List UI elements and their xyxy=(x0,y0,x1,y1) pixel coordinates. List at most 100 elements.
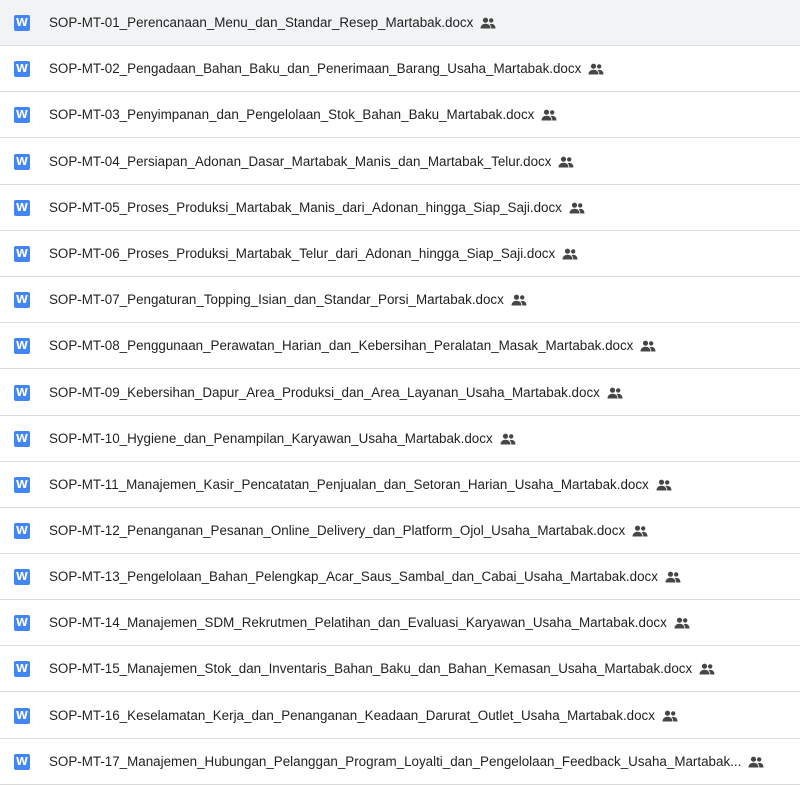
shared-people-glyph xyxy=(588,63,604,74)
file-name-container: SOP-MT-15_Manajemen_Stok_dan_Inventaris_… xyxy=(49,661,792,676)
file-row[interactable]: W SOP-MT-16_Keselamatan_Kerja_dan_Penanga… xyxy=(0,693,800,739)
shared-people-icon xyxy=(656,479,672,491)
shared-people-icon xyxy=(640,340,656,352)
file-list: W SOP-MT-01_Perencanaan_Menu_dan_Standar_… xyxy=(0,0,800,786)
word-doc-icon: W xyxy=(14,430,30,447)
file-row[interactable]: W SOP-MT-07_Pengaturan_Topping_Isian_dan_… xyxy=(0,277,800,323)
word-doc-icon: W xyxy=(14,14,30,31)
file-name-container: SOP-MT-13_Pengelolaan_Bahan_Pelengkap_Ac… xyxy=(49,569,792,584)
file-name[interactable]: SOP-MT-07_Pengaturan_Topping_Isian_dan_S… xyxy=(49,292,504,307)
shared-people-glyph xyxy=(656,479,672,490)
file-row[interactable]: W SOP-MT-15_Manajemen_Stok_dan_Inventaris… xyxy=(0,646,800,692)
file-name-container: SOP-MT-04_Persiapan_Adonan_Dasar_Martaba… xyxy=(49,154,792,169)
shared-people-icon xyxy=(699,663,715,675)
file-row[interactable]: W SOP-MT-06_Proses_Produksi_Martabak_Telu… xyxy=(0,231,800,277)
file-name[interactable]: SOP-MT-01_Perencanaan_Menu_dan_Standar_R… xyxy=(49,15,473,30)
shared-people-icon xyxy=(674,617,690,629)
file-row[interactable]: W SOP-MT-01_Perencanaan_Menu_dan_Standar_… xyxy=(0,0,800,46)
file-row[interactable]: W SOP-MT-08_Penggunaan_Perawatan_Harian_d… xyxy=(0,323,800,369)
word-doc-icon: W xyxy=(14,568,30,585)
shared-people-icon xyxy=(588,63,604,75)
shared-people-icon xyxy=(662,710,678,722)
file-name[interactable]: SOP-MT-04_Persiapan_Adonan_Dasar_Martaba… xyxy=(49,154,551,169)
shared-people-glyph xyxy=(558,156,574,167)
file-name[interactable]: SOP-MT-05_Proses_Produksi_Martabak_Manis… xyxy=(49,200,562,215)
word-doc-icon: W xyxy=(14,753,30,770)
file-row[interactable]: W SOP-MT-17_Manajemen_Hubungan_Pelanggan_… xyxy=(0,739,800,785)
word-doc-icon: W xyxy=(14,660,30,677)
shared-people-icon xyxy=(665,571,681,583)
file-name[interactable]: SOP-MT-09_Kebersihan_Dapur_Area_Produksi… xyxy=(49,385,600,400)
file-name[interactable]: SOP-MT-06_Proses_Produksi_Martabak_Telur… xyxy=(49,246,555,261)
file-name[interactable]: SOP-MT-17_Manajemen_Hubungan_Pelanggan_P… xyxy=(49,754,741,769)
shared-people-icon xyxy=(748,756,764,768)
shared-people-glyph xyxy=(748,756,764,767)
shared-people-icon xyxy=(558,156,574,168)
shared-people-icon xyxy=(562,248,578,260)
shared-people-icon xyxy=(607,387,623,399)
file-row[interactable]: W SOP-MT-13_Pengelolaan_Bahan_Pelengkap_A… xyxy=(0,554,800,600)
shared-people-glyph xyxy=(632,525,648,536)
shared-people-glyph xyxy=(500,433,516,444)
word-doc-icon: W xyxy=(14,707,30,724)
file-name-container: SOP-MT-05_Proses_Produksi_Martabak_Manis… xyxy=(49,200,792,215)
file-name-container: SOP-MT-06_Proses_Produksi_Martabak_Telur… xyxy=(49,246,792,261)
file-row[interactable]: W SOP-MT-04_Persiapan_Adonan_Dasar_Martab… xyxy=(0,139,800,185)
file-row[interactable]: W SOP-MT-11_Manajemen_Kasir_Pencatatan_Pe… xyxy=(0,462,800,508)
file-row[interactable]: W SOP-MT-02_Pengadaan_Bahan_Baku_dan_Pene… xyxy=(0,46,800,92)
file-row[interactable]: W SOP-MT-12_Penanganan_Pesanan_Online_Del… xyxy=(0,508,800,554)
shared-people-glyph xyxy=(562,248,578,259)
word-doc-icon: W xyxy=(14,291,30,308)
file-name-container: SOP-MT-01_Perencanaan_Menu_dan_Standar_R… xyxy=(49,15,792,30)
file-name[interactable]: SOP-MT-15_Manajemen_Stok_dan_Inventaris_… xyxy=(49,661,692,676)
file-name-container: SOP-MT-12_Penanganan_Pesanan_Online_Deli… xyxy=(49,523,792,538)
file-row[interactable]: W SOP-MT-03_Penyimpanan_dan_Pengelolaan_S… xyxy=(0,92,800,138)
file-name[interactable]: SOP-MT-13_Pengelolaan_Bahan_Pelengkap_Ac… xyxy=(49,569,658,584)
word-doc-icon: W xyxy=(14,60,30,77)
file-row[interactable]: W SOP-MT-09_Kebersihan_Dapur_Area_Produks… xyxy=(0,370,800,416)
file-row[interactable]: W SOP-MT-14_Manajemen_SDM_Rekrutmen_Pelat… xyxy=(0,600,800,646)
file-name-container: SOP-MT-10_Hygiene_dan_Penampilan_Karyawa… xyxy=(49,431,792,446)
word-doc-icon: W xyxy=(14,522,30,539)
shared-people-glyph xyxy=(511,294,527,305)
shared-people-glyph xyxy=(541,109,557,120)
file-name-container: SOP-MT-07_Pengaturan_Topping_Isian_dan_S… xyxy=(49,292,792,307)
shared-people-glyph xyxy=(674,617,690,628)
file-name-container: SOP-MT-03_Penyimpanan_dan_Pengelolaan_St… xyxy=(49,107,792,122)
file-name-container: SOP-MT-14_Manajemen_SDM_Rekrutmen_Pelati… xyxy=(49,615,792,630)
file-name-container: SOP-MT-02_Pengadaan_Bahan_Baku_dan_Pener… xyxy=(49,61,792,76)
file-name-container: SOP-MT-17_Manajemen_Hubungan_Pelanggan_P… xyxy=(49,754,792,769)
shared-people-icon xyxy=(632,525,648,537)
file-name[interactable]: SOP-MT-12_Penanganan_Pesanan_Online_Deli… xyxy=(49,523,625,538)
shared-people-icon xyxy=(500,433,516,445)
file-name-container: SOP-MT-11_Manajemen_Kasir_Pencatatan_Pen… xyxy=(49,477,792,492)
shared-people-icon xyxy=(480,17,496,29)
word-doc-icon: W xyxy=(14,614,30,631)
file-name[interactable]: SOP-MT-16_Keselamatan_Kerja_dan_Penangan… xyxy=(49,708,655,723)
shared-people-glyph xyxy=(569,202,585,213)
word-doc-icon: W xyxy=(14,153,30,170)
file-name-container: SOP-MT-08_Penggunaan_Perawatan_Harian_da… xyxy=(49,338,792,353)
shared-people-glyph xyxy=(662,710,678,721)
file-name-container: SOP-MT-16_Keselamatan_Kerja_dan_Penangan… xyxy=(49,708,792,723)
word-doc-icon: W xyxy=(14,337,30,354)
file-name[interactable]: SOP-MT-10_Hygiene_dan_Penampilan_Karyawa… xyxy=(49,431,493,446)
word-doc-icon: W xyxy=(14,245,30,262)
file-name[interactable]: SOP-MT-08_Penggunaan_Perawatan_Harian_da… xyxy=(49,338,633,353)
shared-people-icon xyxy=(511,294,527,306)
file-name-container: SOP-MT-09_Kebersihan_Dapur_Area_Produksi… xyxy=(49,385,792,400)
shared-people-glyph xyxy=(699,663,715,674)
file-name[interactable]: SOP-MT-03_Penyimpanan_dan_Pengelolaan_St… xyxy=(49,107,534,122)
file-name[interactable]: SOP-MT-14_Manajemen_SDM_Rekrutmen_Pelati… xyxy=(49,615,667,630)
file-name[interactable]: SOP-MT-11_Manajemen_Kasir_Pencatatan_Pen… xyxy=(49,477,649,492)
shared-people-glyph xyxy=(607,387,623,398)
word-doc-icon: W xyxy=(14,384,30,401)
word-doc-icon: W xyxy=(14,199,30,216)
word-doc-icon: W xyxy=(14,476,30,493)
file-row[interactable]: W SOP-MT-10_Hygiene_dan_Penampilan_Karyaw… xyxy=(0,416,800,462)
word-doc-icon: W xyxy=(14,106,30,123)
file-name[interactable]: SOP-MT-02_Pengadaan_Bahan_Baku_dan_Pener… xyxy=(49,61,581,76)
file-row[interactable]: W SOP-MT-05_Proses_Produksi_Martabak_Mani… xyxy=(0,185,800,231)
shared-people-icon xyxy=(541,109,557,121)
shared-people-glyph xyxy=(640,340,656,351)
